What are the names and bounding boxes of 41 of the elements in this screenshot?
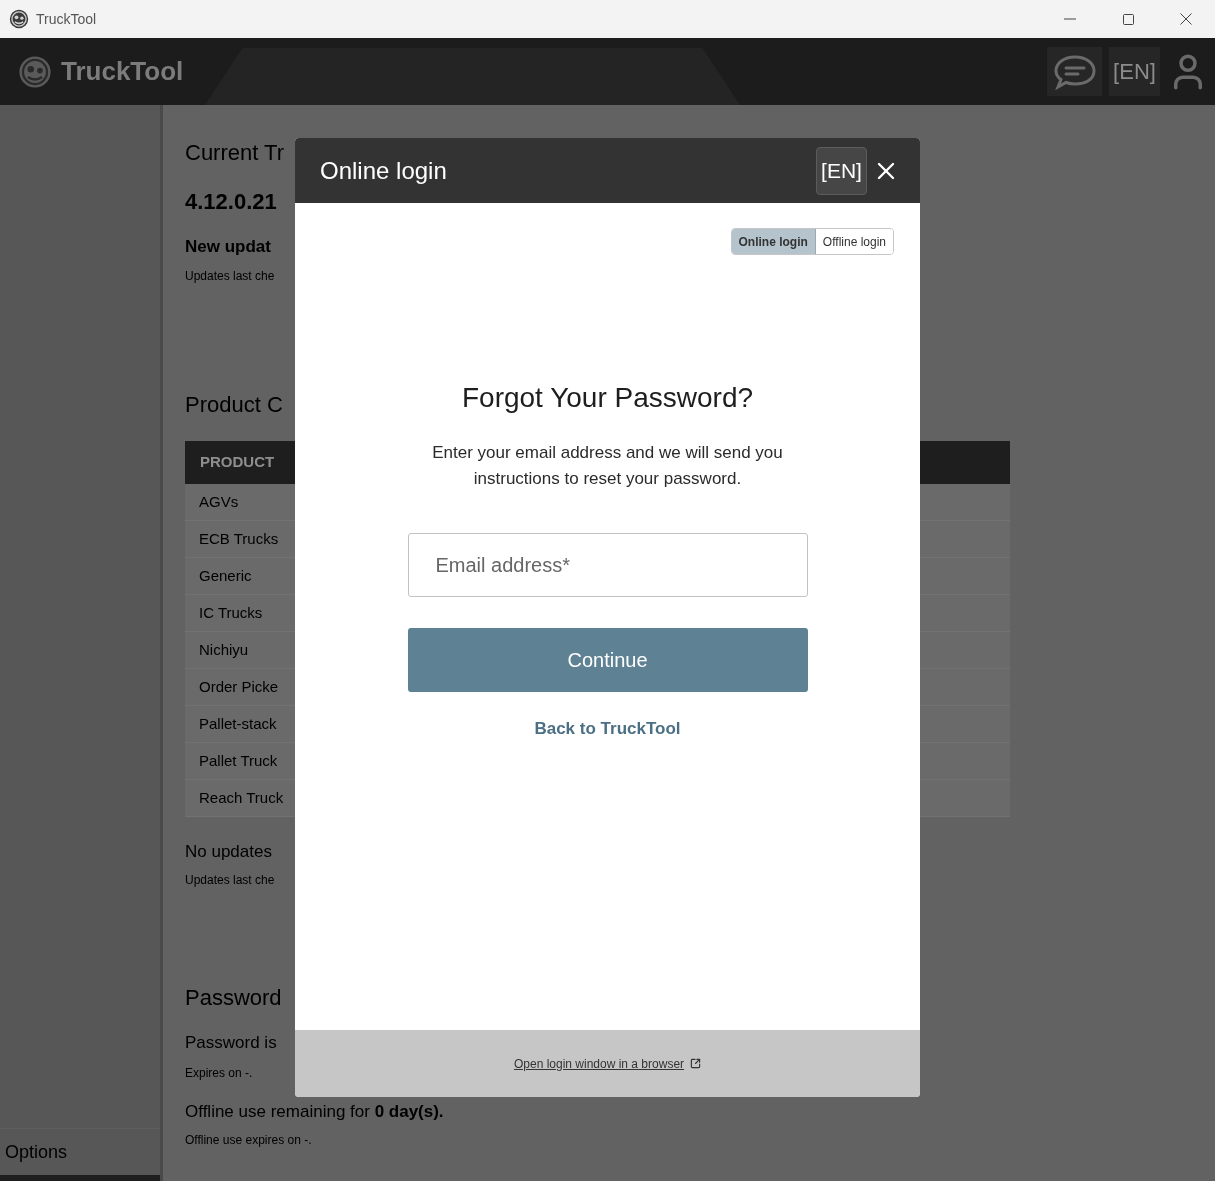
chat-button[interactable]: [1047, 47, 1102, 96]
offline-expiry-note: Offline use expires on -.: [185, 1132, 312, 1148]
dialog-heading: Forgot Your Password?: [461, 382, 754, 414]
update-status: No updates: [185, 841, 272, 863]
expiry-note: Expires on -.: [185, 1065, 253, 1081]
continue-button[interactable]: Continue: [407, 628, 808, 692]
back-link[interactable]: Back to TruckTool: [534, 718, 681, 740]
login-mode-tab[interactable]: Online login: [731, 229, 816, 254]
section-heading: Password: [185, 984, 282, 1012]
table-cell-text: Generic: [199, 565, 252, 586]
table-cell-text: Order Picke: [199, 676, 279, 697]
chat-icon: [1053, 53, 1096, 90]
dialog-description: Enter your email address and we will send you instructions to reset your password.: [431, 442, 784, 490]
close-icon[interactable]: [1180, 13, 1192, 25]
table-cell-text: Pallet-stack: [199, 713, 277, 734]
language-button[interactable]: [EN]: [1109, 47, 1160, 96]
email-field[interactable]: Email address*: [407, 533, 808, 597]
language-button[interactable]: [EN]: [816, 146, 867, 195]
section-heading: Current Tr: [185, 139, 285, 167]
maximize-icon[interactable]: [1122, 13, 1134, 25]
window-title: TruckTool: [36, 9, 97, 29]
section-heading: Product C: [185, 391, 283, 419]
table-cell-text: AGVs: [199, 491, 239, 512]
table-cell-text: Reach Truck: [199, 787, 284, 808]
password-status: Password is: [185, 1032, 277, 1054]
table-cell-text: IC Trucks: [199, 602, 263, 623]
table-cell-text: Nichiyu: [199, 639, 249, 660]
offline-remaining-text: Offline use remaining for 0 day(s).: [185, 1101, 444, 1123]
table-cell-text: ECB Trucks: [199, 528, 279, 549]
logo-icon: [18, 54, 52, 89]
update-note: Updates last che: [185, 872, 275, 888]
dialog-title: Online login: [320, 155, 447, 186]
brand-name: TruckTool: [61, 55, 184, 88]
open-in-browser-link[interactable]: Open login window in a browser: [513, 1054, 702, 1073]
app-logo-icon: [9, 9, 29, 29]
update-note: Updates last che: [185, 268, 275, 284]
column-header: PRODUCT: [200, 452, 275, 473]
table-cell-text: Pallet Truck: [199, 750, 278, 771]
version-number: 4.12.0.21: [185, 188, 277, 216]
external-link-icon: [690, 1058, 702, 1069]
update-status: New updat: [185, 236, 271, 258]
